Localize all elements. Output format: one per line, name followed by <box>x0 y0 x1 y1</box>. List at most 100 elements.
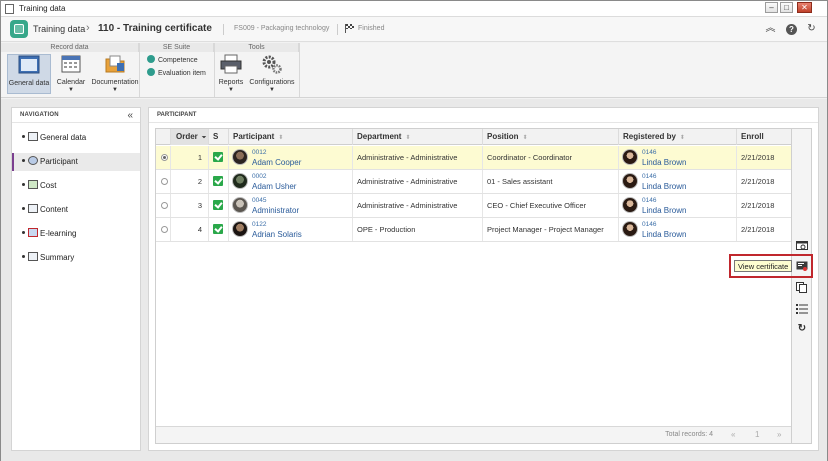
department-cell: OPE - Production <box>353 218 483 241</box>
nav-item-content[interactable]: Content <box>12 201 140 219</box>
window-title: Training data <box>19 4 66 13</box>
sort-desc-icon: ⏷ <box>201 135 207 141</box>
position-cell: 01 - Sales assistant <box>483 170 619 193</box>
general-data-icon <box>18 55 40 74</box>
side-toolbar: ↻ <box>792 128 812 444</box>
department-cell: Administrative - Administrative <box>353 170 483 193</box>
registrar-info: 0146 Linda Brown <box>642 220 686 239</box>
general-data-label: General data <box>8 80 50 87</box>
avatar <box>232 221 248 237</box>
money-icon <box>28 180 38 189</box>
list-details-icon[interactable] <box>796 303 808 314</box>
participant-name[interactable]: Administrator <box>252 206 299 215</box>
evaluation-item-link[interactable]: Evaluation item <box>147 68 206 77</box>
column-header-order[interactable]: Order ⏷ <box>171 129 209 145</box>
documentation-label: Documentation <box>91 79 139 86</box>
nav-item-label: Cost <box>40 181 57 190</box>
nav-item-general-data[interactable]: General data <box>12 129 140 147</box>
configurations-button[interactable]: Configurations ▼ <box>249 54 295 98</box>
registrar-name[interactable]: Linda Brown <box>642 158 686 167</box>
column-header-select <box>156 129 171 145</box>
position-cell: CEO - Chief Executive Officer <box>483 194 619 217</box>
participant-name[interactable]: Adam Usher <box>252 182 296 191</box>
help-icon[interactable]: ? <box>786 24 797 35</box>
collapse-up-icon[interactable]: ︽ <box>764 22 777 35</box>
status-cell <box>209 194 229 217</box>
avatar <box>232 173 248 189</box>
previous-page-icon[interactable]: « <box>731 430 735 439</box>
copy-document-icon[interactable] <box>796 282 808 293</box>
column-header-label: Order <box>176 132 198 141</box>
registrar-name[interactable]: Linda Brown <box>642 206 686 215</box>
bullet <box>22 231 25 234</box>
registrar-code: 0146 <box>642 221 657 228</box>
table-row[interactable]: 4 0122 Adrian Solaris OPE - Production Pr… <box>156 218 791 242</box>
nav-item-e-learning[interactable]: E-learning <box>12 225 140 243</box>
column-header-department[interactable]: Department ⬍ <box>353 129 483 145</box>
enroll-date-cell: 2/21/2018 <box>741 153 775 162</box>
row-radio[interactable] <box>161 154 168 161</box>
avatar <box>622 221 638 237</box>
next-page-icon[interactable]: » <box>777 430 781 439</box>
monitor-icon <box>28 228 38 237</box>
column-header-registered-by[interactable]: Registered by ⬍ <box>619 129 737 145</box>
sort-icon: ⬍ <box>522 135 528 141</box>
nav-item-cost[interactable]: Cost <box>12 177 140 195</box>
refresh-icon[interactable]: ↻ <box>805 22 818 35</box>
close-button[interactable]: ✕ <box>797 2 812 13</box>
registrar-name[interactable]: Linda Brown <box>642 230 686 239</box>
participant-info: 0122 Adrian Solaris <box>252 220 302 239</box>
row-radio[interactable] <box>161 202 168 209</box>
view-record-icon[interactable] <box>796 240 808 251</box>
registered-by-cell: 0146 Linda Brown <box>619 146 737 169</box>
row-select-cell <box>156 194 171 217</box>
nav-item-participant[interactable]: Participant <box>12 153 140 171</box>
table-row[interactable]: 3 0045 Administrator Administrative - Adm… <box>156 194 791 218</box>
printer-icon <box>220 54 242 74</box>
gears-icon <box>262 55 282 74</box>
app-window: Training data – □ ✕ Training data › 110 … <box>0 0 828 461</box>
table-row[interactable]: 1 0012 Adam Cooper Administrative - Admin… <box>156 146 791 170</box>
documentation-button[interactable]: Documentation ▼ <box>91 54 139 98</box>
row-radio[interactable] <box>161 226 168 233</box>
registrar-info: 0146 Linda Brown <box>642 196 686 215</box>
column-header-participant[interactable]: Participant ⬍ <box>229 129 353 145</box>
breadcrumb-header: Training data › 110 - Training certifica… <box>1 17 827 42</box>
column-header-enroll-date[interactable]: Enroll date⬍ <box>737 129 791 157</box>
refresh-icon[interactable]: ↻ <box>796 323 808 334</box>
nav-item-summary[interactable]: Summary <box>12 249 140 267</box>
registrar-code: 0146 <box>642 149 657 156</box>
general-data-button[interactable]: General data <box>7 54 51 94</box>
navigation-title: NAVIGATION <box>12 108 140 123</box>
avatar <box>232 197 248 213</box>
table-row[interactable]: 2 0002 Adam Usher Administrative - Admini… <box>156 170 791 194</box>
row-select-cell <box>156 170 171 193</box>
participant-name[interactable]: Adam Cooper <box>252 158 301 167</box>
participant-name[interactable]: Adrian Solaris <box>252 230 302 239</box>
competence-link[interactable]: Competence <box>147 55 198 64</box>
caret-down-icon: ▼ <box>228 87 234 93</box>
column-header-status[interactable]: S <box>209 129 229 145</box>
enroll-date-cell: 2/21/2018 <box>741 225 775 234</box>
checked-icon <box>213 200 223 210</box>
breadcrumb-training-data[interactable]: Training data <box>33 24 85 34</box>
participant-code: 0122 <box>252 221 267 228</box>
registrar-name[interactable]: Linda Brown <box>642 182 686 191</box>
column-header-label: Participant <box>233 132 275 141</box>
page-title: 110 - Training certificate <box>98 23 212 34</box>
folder-icon <box>105 55 125 73</box>
collapse-left-icon[interactable]: « <box>127 110 133 121</box>
column-header-position[interactable]: Position ⬍ <box>483 129 619 145</box>
row-radio[interactable] <box>161 178 168 185</box>
column-header-label: Registered by <box>623 132 676 141</box>
caret-down-icon: ▼ <box>269 87 275 93</box>
reports-button[interactable]: Reports ▼ <box>217 54 245 98</box>
bullet <box>22 135 25 138</box>
minimize-button[interactable]: – <box>765 2 778 13</box>
registered-by-cell: 0146 Linda Brown <box>619 194 737 217</box>
registrar-info: 0146 Linda Brown <box>642 148 686 167</box>
calendar-button[interactable]: Calendar ▼ <box>54 54 88 98</box>
page-number: 1 <box>755 430 760 439</box>
maximize-button[interactable]: □ <box>780 2 793 13</box>
department-cell: Administrative - Administrative <box>353 194 483 217</box>
